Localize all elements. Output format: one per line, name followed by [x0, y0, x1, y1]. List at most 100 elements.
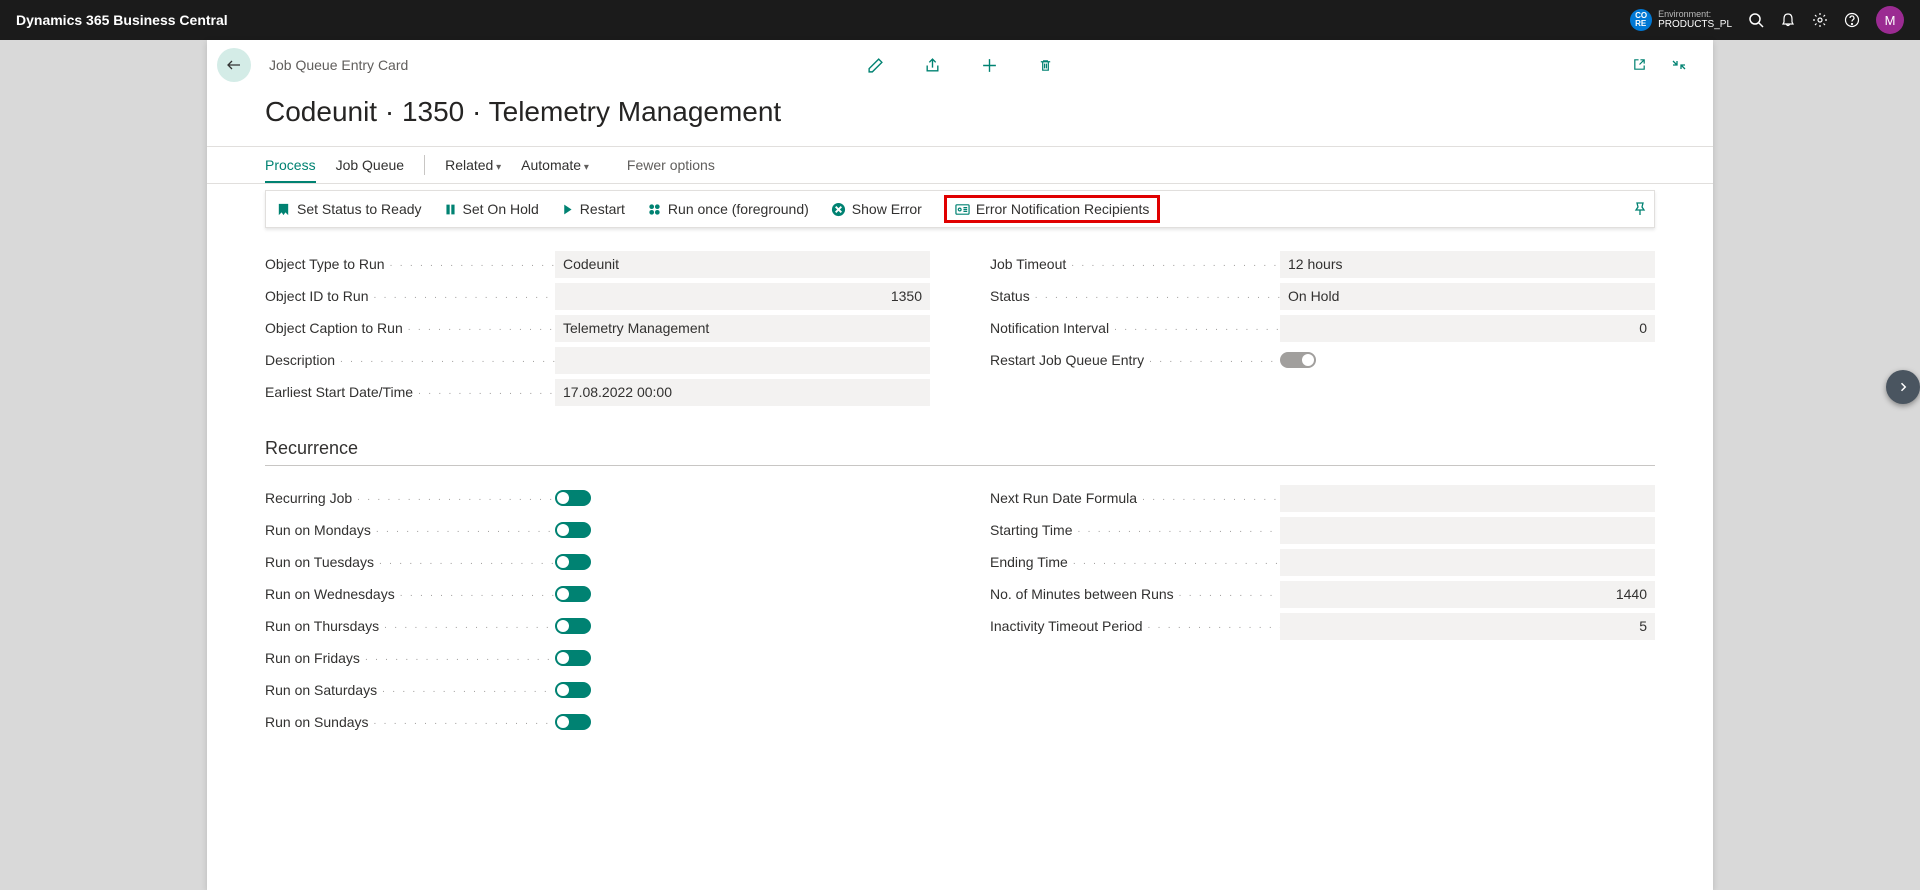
action-restart-label: Restart — [580, 201, 625, 217]
object-type-label: Object Type to Run — [265, 256, 555, 272]
field-next-run: Next Run Date Formula — [990, 482, 1655, 514]
sat-label: Run on Saturdays — [265, 682, 555, 698]
action-set-hold[interactable]: Set On Hold — [444, 201, 539, 217]
next-run-label: Next Run Date Formula — [990, 490, 1280, 506]
error-icon — [831, 202, 846, 217]
action-show-error[interactable]: Show Error — [831, 201, 922, 217]
status-input[interactable]: On Hold — [1280, 283, 1655, 310]
card-header: Job Queue Entry Card — [207, 40, 1713, 90]
notifications-icon[interactable] — [1780, 12, 1796, 28]
ending-input[interactable] — [1280, 549, 1655, 576]
general-right-col: Job Timeout 12 hours Status On Hold Noti… — [990, 248, 1655, 408]
field-fri: Run on Fridays — [265, 642, 930, 674]
field-starting: Starting Time — [990, 514, 1655, 546]
object-id-input[interactable]: 1350 — [555, 283, 930, 310]
field-thu: Run on Thursdays — [265, 610, 930, 642]
run-once-icon — [647, 202, 662, 217]
settings-icon[interactable] — [1812, 12, 1828, 28]
starting-input[interactable] — [1280, 517, 1655, 544]
field-inactivity: Inactivity Timeout Period 5 — [990, 610, 1655, 642]
field-description: Description — [265, 344, 930, 376]
search-icon[interactable] — [1748, 12, 1764, 28]
earliest-input[interactable]: 17.08.2022 00:00 — [555, 379, 930, 406]
timeout-input[interactable]: 12 hours — [1280, 251, 1655, 278]
inactivity-input[interactable]: 5 — [1280, 613, 1655, 640]
user-avatar[interactable]: M — [1876, 6, 1904, 34]
share-icon[interactable] — [924, 57, 941, 74]
environment-badge[interactable]: CORE Environment: PRODUCTS_PL — [1630, 9, 1732, 32]
general-section: Object Type to Run Codeunit Object ID to… — [265, 248, 1655, 408]
tab-job-queue[interactable]: Job Queue — [336, 149, 405, 181]
field-ending: Ending Time — [990, 546, 1655, 578]
thu-toggle[interactable] — [555, 618, 591, 634]
hold-icon — [444, 203, 457, 216]
recurring-toggle[interactable] — [555, 490, 591, 506]
app-title: Dynamics 365 Business Central — [16, 12, 228, 28]
center-actions — [867, 57, 1053, 74]
action-error-notif-label: Error Notification Recipients — [976, 201, 1150, 217]
field-minutes: No. of Minutes between Runs 1440 — [990, 578, 1655, 610]
fewer-options[interactable]: Fewer options — [627, 157, 715, 173]
pin-icon[interactable] — [1632, 201, 1648, 217]
object-caption-input[interactable]: Telemetry Management — [555, 315, 930, 342]
starting-label: Starting Time — [990, 522, 1280, 538]
sun-toggle[interactable] — [555, 714, 591, 730]
field-sun: Run on Sundays — [265, 706, 930, 738]
menubar: Process Job Queue Related Automate Fewer… — [207, 146, 1713, 184]
action-run-once[interactable]: Run once (foreground) — [647, 201, 809, 217]
fri-toggle[interactable] — [555, 650, 591, 666]
tab-related[interactable]: Related — [445, 149, 501, 181]
popout-icon[interactable] — [1632, 57, 1647, 73]
recurring-label: Recurring Job — [265, 490, 555, 506]
recipients-icon — [955, 202, 970, 217]
page-title: Codeunit · 1350 · Telemetry Management — [207, 90, 1713, 146]
action-set-ready[interactable]: Set Status to Ready — [276, 201, 422, 217]
tab-automate[interactable]: Automate — [521, 149, 589, 181]
object-type-input[interactable]: Codeunit — [555, 251, 930, 278]
field-object-type: Object Type to Run Codeunit — [265, 248, 930, 280]
field-object-caption: Object Caption to Run Telemetry Manageme… — [265, 312, 930, 344]
wed-label: Run on Wednesdays — [265, 586, 555, 602]
inactivity-label: Inactivity Timeout Period — [990, 618, 1280, 634]
notif-interval-label: Notification Interval — [990, 320, 1280, 336]
action-restart[interactable]: Restart — [561, 201, 625, 217]
object-id-label: Object ID to Run — [265, 288, 555, 304]
description-input[interactable] — [555, 347, 930, 374]
notif-interval-input[interactable]: 0 — [1280, 315, 1655, 342]
help-icon[interactable] — [1844, 12, 1860, 28]
ending-label: Ending Time — [990, 554, 1280, 570]
recurrence-title[interactable]: Recurrence — [265, 438, 1655, 459]
collapse-icon[interactable] — [1671, 57, 1687, 73]
top-bar: Dynamics 365 Business Central CORE Envir… — [0, 0, 1920, 40]
page-name: Job Queue Entry Card — [269, 57, 408, 73]
field-mon: Run on Mondays — [265, 514, 930, 546]
wed-toggle[interactable] — [555, 586, 591, 602]
minutes-input[interactable]: 1440 — [1280, 581, 1655, 608]
delete-icon[interactable] — [1038, 57, 1053, 74]
actionbar: Set Status to Ready Set On Hold Restart … — [265, 190, 1655, 228]
tue-toggle[interactable] — [555, 554, 591, 570]
menubar-divider — [424, 155, 425, 175]
restart-entry-toggle[interactable] — [1280, 352, 1316, 368]
edit-icon[interactable] — [867, 57, 884, 74]
side-expand-button[interactable] — [1886, 370, 1920, 404]
recurrence-right-col: Next Run Date Formula Starting Time Endi… — [990, 482, 1655, 738]
back-button[interactable] — [217, 48, 251, 82]
actionbar-wrap: Set Status to Ready Set On Hold Restart … — [207, 184, 1713, 228]
action-run-once-label: Run once (foreground) — [668, 201, 809, 217]
content: Object Type to Run Codeunit Object ID to… — [207, 228, 1713, 778]
status-label: Status — [990, 288, 1280, 304]
sat-toggle[interactable] — [555, 682, 591, 698]
mon-label: Run on Mondays — [265, 522, 555, 538]
field-tue: Run on Tuesdays — [265, 546, 930, 578]
tue-label: Run on Tuesdays — [265, 554, 555, 570]
next-run-input[interactable] — [1280, 485, 1655, 512]
field-recurring: Recurring Job — [265, 482, 930, 514]
action-error-notification-recipients[interactable]: Error Notification Recipients — [944, 195, 1161, 223]
recurrence-section: Recurring Job Run on Mondays Run on Tues… — [265, 482, 1655, 738]
new-icon[interactable] — [981, 57, 998, 74]
tab-process[interactable]: Process — [265, 149, 316, 183]
action-set-ready-label: Set Status to Ready — [297, 201, 422, 217]
mon-toggle[interactable] — [555, 522, 591, 538]
action-show-error-label: Show Error — [852, 201, 922, 217]
